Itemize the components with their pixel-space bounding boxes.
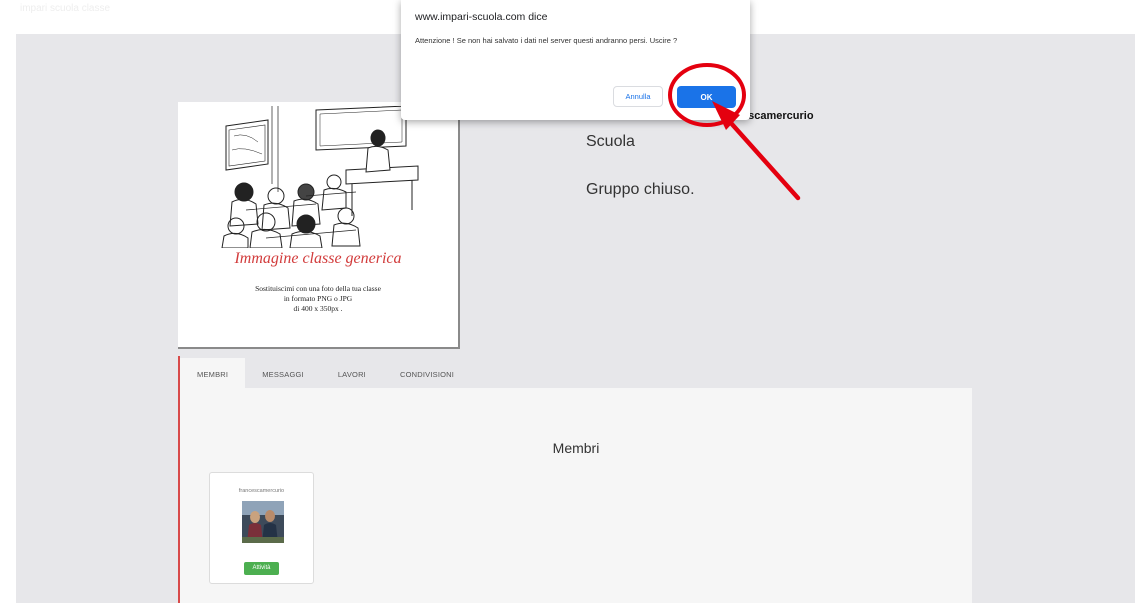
activity-button[interactable]: Attività	[244, 562, 279, 575]
ok-button[interactable]: OK	[677, 86, 736, 108]
top-strip-text: impari scuola classe	[20, 3, 111, 14]
tab-lavori[interactable]: LAVORI	[321, 358, 383, 388]
tab-membri[interactable]: MEMBRI	[180, 358, 246, 388]
classroom-illustration	[221, 106, 419, 248]
instruction-line: in formato PNG o JPG	[283, 294, 353, 303]
school-label: Scuola	[586, 133, 635, 150]
tab-bar: MEMBRI MESSAGGI LAVORI CONDIVISIONI	[180, 358, 471, 388]
class-image-card: Immagine classe generica Sostituiscimi c…	[178, 102, 460, 349]
confirm-dialog: www.impari-scuola.com dice Attenzione ! …	[401, 0, 750, 120]
dialog-message: Attenzione ! Se non hai salvato i dati n…	[415, 36, 678, 45]
dialog-origin: www.impari-scuola.com dice	[415, 11, 548, 23]
class-image-caption: Immagine classe generica	[234, 250, 402, 267]
cancel-button[interactable]: Annulla	[613, 86, 663, 107]
instruction-line: di 400 x 350px .	[293, 304, 343, 313]
tab-messaggi[interactable]: MESSAGGI	[245, 358, 321, 388]
member-card[interactable]: francescamercurio Attività	[209, 472, 314, 584]
group-status: Gruppo chiuso.	[586, 181, 695, 198]
instruction-line: Sostituiscimi con una foto della tua cla…	[255, 284, 381, 293]
group-owner-name[interactable]: escamercurio	[742, 110, 814, 122]
member-name: francescamercurio	[238, 488, 285, 494]
members-panel: Membri francescamercurio Attività	[180, 388, 972, 603]
member-avatar	[242, 501, 284, 543]
tab-condivisioni[interactable]: CONDIVISIONI	[383, 358, 471, 388]
class-image-instructions: Sostituiscimi con una foto della tua cla…	[208, 284, 428, 314]
panel-title: Membri	[552, 440, 600, 456]
